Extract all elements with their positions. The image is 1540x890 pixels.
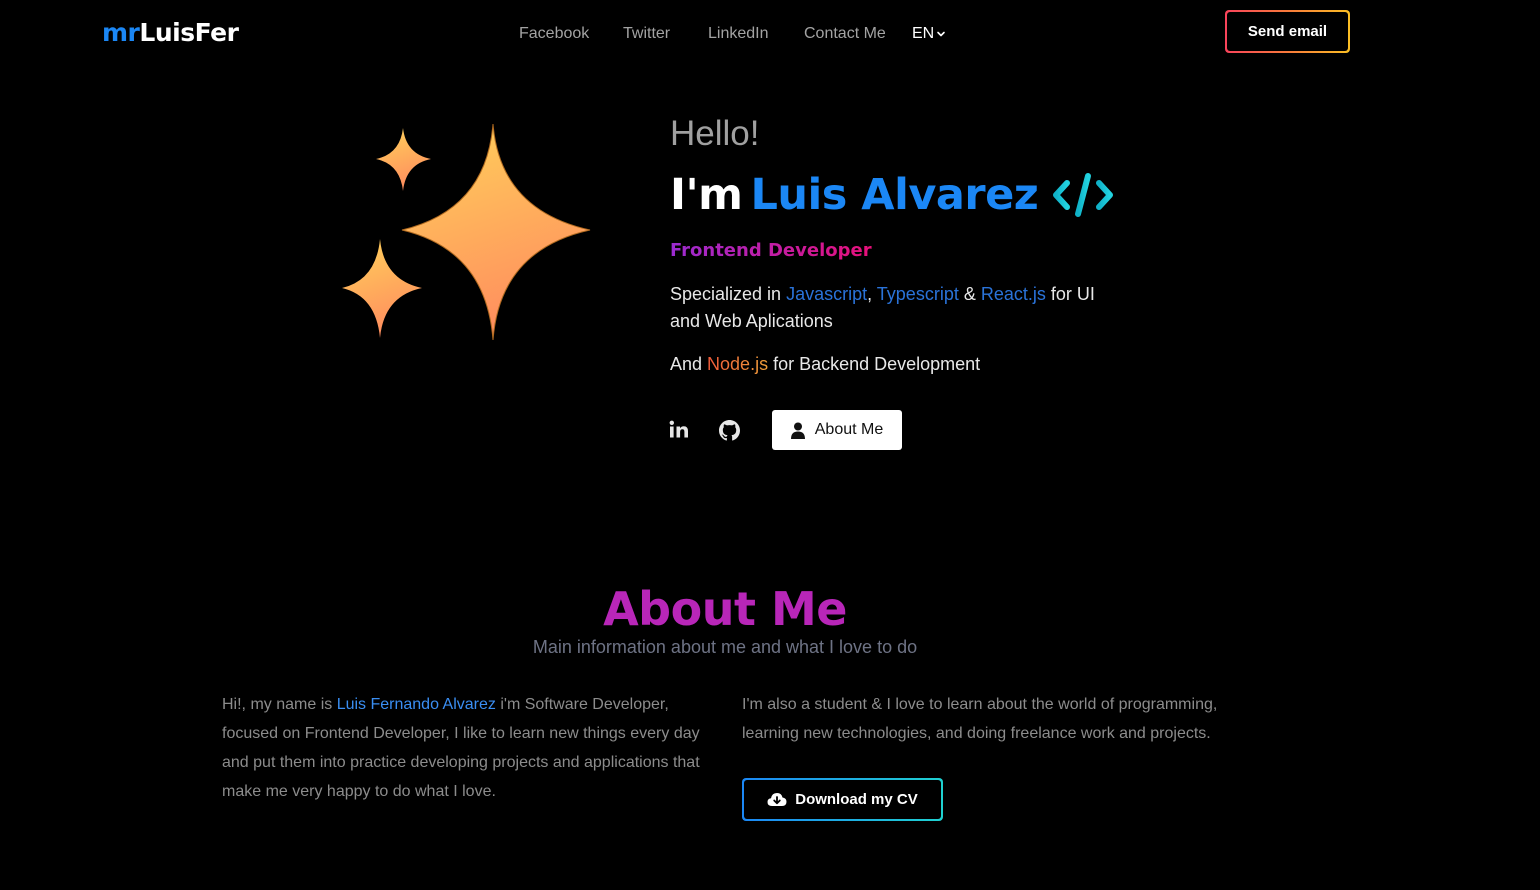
download-cv-label: Download my CV xyxy=(795,791,918,808)
linkedin-icon[interactable] xyxy=(668,420,690,440)
language-selector[interactable]: EN xyxy=(912,25,946,43)
backend-suffix: for Backend Development xyxy=(768,354,981,374)
hero-intro: I'm xyxy=(670,170,743,220)
download-cv-inner: Download my CV xyxy=(744,780,941,819)
send-email-label: Send email xyxy=(1227,12,1348,51)
github-icon[interactable] xyxy=(719,420,740,441)
spec-separator: & xyxy=(958,284,981,304)
about-me-label: About Me xyxy=(814,421,884,438)
hero-greeting: Hello! xyxy=(670,114,760,153)
sparkles-icon xyxy=(342,123,591,341)
code-icon xyxy=(1053,173,1113,217)
tech-react: React.js xyxy=(980,284,1046,304)
hero-specialization: Specialized in Javascript, Typescript & … xyxy=(670,281,1120,335)
chevron-down-icon xyxy=(937,31,946,37)
about-student-text: I'm also a student & I love to learn abo… xyxy=(742,696,1218,742)
hero-headline: I'm Luis Alvarez xyxy=(670,170,1039,220)
language-label: EN xyxy=(912,25,935,42)
hero-backend: And Node.js for Backend Development xyxy=(670,351,980,378)
tech-node: Node.js xyxy=(707,354,769,374)
spec-prefix: Specialized in xyxy=(670,284,787,304)
nav-link-twitter[interactable]: Twitter xyxy=(623,25,670,43)
tech-javascript: Javascript xyxy=(786,284,868,304)
spec-separator: , xyxy=(867,284,877,304)
about-full-name: Luis Fernando Alvarez xyxy=(336,696,496,713)
nav-link-linkedin[interactable]: LinkedIn xyxy=(708,25,769,43)
send-email-button[interactable]: Send email xyxy=(1225,10,1350,53)
about-intro-text: Hi!, my name is Luis Fernando Alvarez i'… xyxy=(222,690,714,806)
backend-prefix: And xyxy=(670,354,708,374)
download-cv-button[interactable]: Download my CV xyxy=(742,778,943,821)
nav-link-contact[interactable]: Contact Me xyxy=(804,25,886,43)
about-subtitle: Main information about me and what I lov… xyxy=(532,637,918,657)
about-me-button[interactable]: About Me xyxy=(772,410,902,450)
hero-role: Frontend Developer xyxy=(670,240,872,261)
user-icon xyxy=(790,422,805,439)
tech-typescript: Typescript xyxy=(876,284,959,304)
nav-link-facebook[interactable]: Facebook xyxy=(519,25,589,43)
cloud-download-icon xyxy=(767,793,787,806)
hero-name: Luis Alvarez xyxy=(750,170,1039,220)
about-intro-prefix: Hi!, my name is xyxy=(222,696,337,713)
about-title: About Me xyxy=(603,582,847,636)
